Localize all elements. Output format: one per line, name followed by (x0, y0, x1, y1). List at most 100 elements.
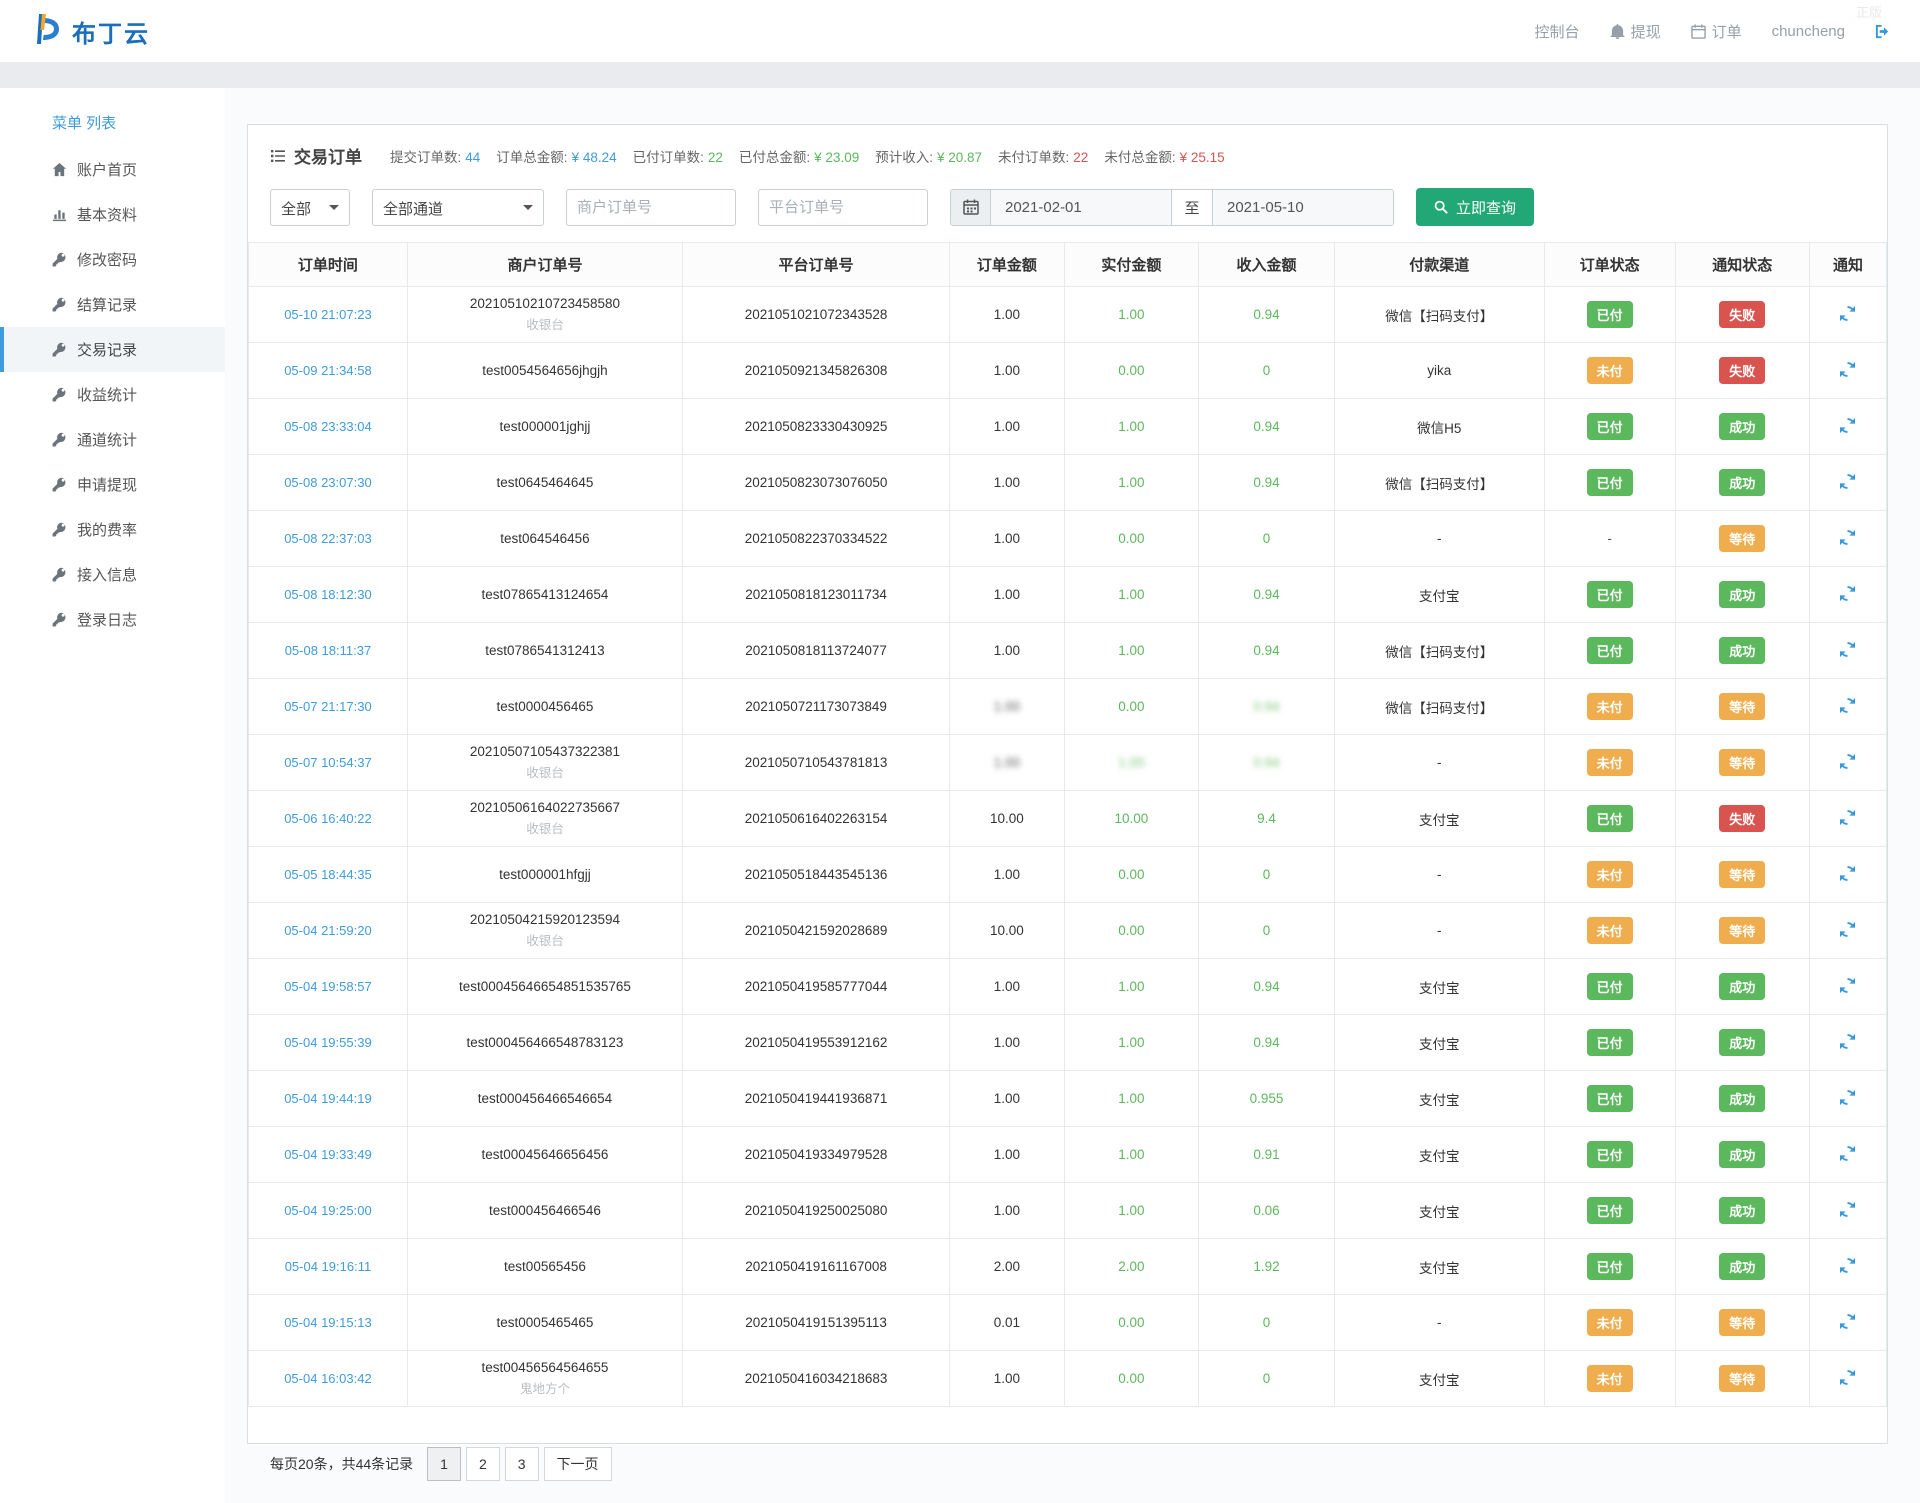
renotify-refresh-icon[interactable] (1840, 362, 1855, 377)
table-row: 05-04 19:44:19test0004564665466542021050… (249, 1071, 1887, 1127)
merchant-order-cell: test0000456465 (407, 679, 682, 735)
renotify-refresh-icon[interactable] (1840, 418, 1855, 433)
query-button[interactable]: 立即查询 (1416, 188, 1534, 226)
sidebar-item-结算记录[interactable]: 结算记录 (0, 282, 225, 327)
platform-order-input[interactable] (758, 189, 928, 226)
sidebar-item-申请提现[interactable]: 申请提现 (0, 462, 225, 507)
paid-amount: 1.00 (1064, 287, 1198, 343)
order-time-link[interactable]: 05-08 18:12:30 (284, 587, 371, 602)
notify-status-badge: 成功 (1719, 1197, 1765, 1224)
order-amount: 1.00 (950, 1015, 1065, 1071)
order-time-link[interactable]: 05-04 19:15:13 (284, 1315, 371, 1330)
order-amount: 1.00 (950, 1127, 1065, 1183)
platform-order-no: 2021050823330430925 (683, 399, 950, 455)
merchant-order-no: test0000456465 (412, 699, 678, 714)
renotify-refresh-icon[interactable] (1840, 1202, 1855, 1217)
sidebar: 菜单 列表 账户首页基本资料修改密码结算记录交易记录收益统计通道统计申请提现我的… (0, 88, 225, 1503)
filter-bar: 全部 全部通道 至 立即查询 (248, 178, 1887, 242)
sidebar-item-label: 基本资料 (77, 204, 137, 225)
status-select[interactable]: 全部 (270, 189, 350, 226)
order-time-link[interactable]: 05-04 19:25:00 (284, 1203, 371, 1218)
brand-logo[interactable]: 布丁云 (30, 12, 150, 51)
renotify-refresh-icon[interactable] (1840, 1314, 1855, 1329)
sidebar-item-登录日志[interactable]: 登录日志 (0, 597, 225, 642)
platform-order-no: 2021050419161167008 (683, 1239, 950, 1295)
nav-orders[interactable]: 订单 (1691, 21, 1742, 42)
date-from-input[interactable] (991, 190, 1171, 225)
logout-icon (1875, 24, 1890, 39)
nav-withdraw[interactable]: 提现 (1610, 21, 1661, 42)
sidebar-item-修改密码[interactable]: 修改密码 (0, 237, 225, 282)
platform-order-no: 2021050823073076050 (683, 455, 950, 511)
renotify-refresh-icon[interactable] (1840, 642, 1855, 657)
renotify-refresh-icon[interactable] (1840, 978, 1855, 993)
renotify-refresh-icon[interactable] (1840, 1034, 1855, 1049)
order-amount: 1.00 (950, 343, 1065, 399)
order-time-link[interactable]: 05-07 10:54:37 (284, 755, 371, 770)
sidebar-item-收益统计[interactable]: 收益统计 (0, 372, 225, 417)
order-status-badge: 已付 (1587, 1141, 1633, 1168)
renotify-refresh-icon[interactable] (1840, 474, 1855, 489)
order-time-link[interactable]: 05-10 21:07:23 (284, 307, 371, 322)
table-row: 05-04 19:58:57test0004564665485153576520… (249, 959, 1887, 1015)
orders-table: 订单时间商户订单号平台订单号订单金额实付金额收入金额付款渠道订单状态通知状态通知… (248, 242, 1887, 1407)
order-time-link[interactable]: 05-04 16:03:42 (284, 1371, 371, 1386)
sidebar-item-通道统计[interactable]: 通道统计 (0, 417, 225, 462)
payment-channel: yika (1334, 343, 1544, 399)
sidebar-item-label: 我的费率 (77, 519, 137, 540)
renotify-refresh-icon[interactable] (1840, 866, 1855, 881)
merchant-order-cell: 20210510210723458580收银台 (407, 287, 682, 343)
renotify-refresh-icon[interactable] (1840, 810, 1855, 825)
order-time-link[interactable]: 05-04 19:55:39 (284, 1035, 371, 1050)
renotify-refresh-icon[interactable] (1840, 754, 1855, 769)
table-row: 05-07 10:54:3720210507105437322381收银台202… (249, 735, 1887, 791)
next-page-button[interactable]: 下一页 (544, 1447, 612, 1481)
order-time-link[interactable]: 05-08 18:11:37 (285, 643, 372, 658)
channel-select[interactable]: 全部通道 (372, 189, 544, 226)
renotify-refresh-icon[interactable] (1840, 698, 1855, 713)
page-button-2[interactable]: 2 (466, 1447, 500, 1481)
order-amount: 1.00 (950, 623, 1065, 679)
renotify-refresh-icon[interactable] (1840, 1370, 1855, 1385)
order-time-link[interactable]: 05-04 19:33:49 (284, 1147, 371, 1162)
renotify-refresh-icon[interactable] (1840, 922, 1855, 937)
order-time-link[interactable]: 05-08 23:33:04 (284, 419, 371, 434)
key-icon (52, 522, 67, 537)
order-time-link[interactable]: 05-04 21:59:20 (284, 923, 371, 938)
sidebar-item-label: 通道统计 (77, 429, 137, 450)
nav-logout[interactable] (1875, 24, 1890, 39)
order-amount: 10.00 (950, 903, 1065, 959)
pagination: 每页20条，共44条记录 123下一页 (248, 1407, 1887, 1481)
order-time-link[interactable]: 05-08 23:07:30 (284, 475, 371, 490)
order-time-link[interactable]: 05-05 18:44:35 (284, 867, 371, 882)
order-time-link[interactable]: 05-06 16:40:22 (284, 811, 371, 826)
renotify-refresh-icon[interactable] (1840, 1258, 1855, 1273)
sidebar-item-label: 接入信息 (77, 564, 137, 585)
date-to-input[interactable] (1213, 190, 1393, 225)
sidebar-item-接入信息[interactable]: 接入信息 (0, 552, 225, 597)
renotify-refresh-icon[interactable] (1840, 306, 1855, 321)
nav-username[interactable]: chuncheng (1772, 23, 1845, 40)
page-button-3[interactable]: 3 (505, 1447, 539, 1481)
sidebar-item-账户首页[interactable]: 账户首页 (0, 147, 225, 192)
renotify-refresh-icon[interactable] (1840, 1090, 1855, 1105)
stat-item: 未付订单数:22 (998, 146, 1088, 166)
column-header: 付款渠道 (1334, 243, 1544, 287)
sidebar-item-基本资料[interactable]: 基本资料 (0, 192, 225, 237)
order-time-link[interactable]: 05-09 21:34:58 (284, 363, 371, 378)
renotify-refresh-icon[interactable] (1840, 1146, 1855, 1161)
page-button-1[interactable]: 1 (427, 1447, 461, 1481)
order-time-link[interactable]: 05-04 19:44:19 (284, 1091, 371, 1106)
sidebar-item-我的费率[interactable]: 我的费率 (0, 507, 225, 552)
order-time-link[interactable]: 05-07 21:17:30 (284, 699, 371, 714)
merchant-order-input[interactable] (566, 189, 736, 226)
renotify-refresh-icon[interactable] (1840, 586, 1855, 601)
order-time-link[interactable]: 05-04 19:16:11 (285, 1259, 372, 1274)
renotify-refresh-icon[interactable] (1840, 530, 1855, 545)
column-header: 商户订单号 (407, 243, 682, 287)
sidebar-item-交易记录[interactable]: 交易记录 (0, 327, 225, 372)
brand-logo-text: 布丁云 (72, 14, 150, 49)
order-time-link[interactable]: 05-08 22:37:03 (284, 531, 371, 546)
order-time-link[interactable]: 05-04 19:58:57 (284, 979, 371, 994)
nav-console[interactable]: 控制台 (1535, 21, 1580, 42)
